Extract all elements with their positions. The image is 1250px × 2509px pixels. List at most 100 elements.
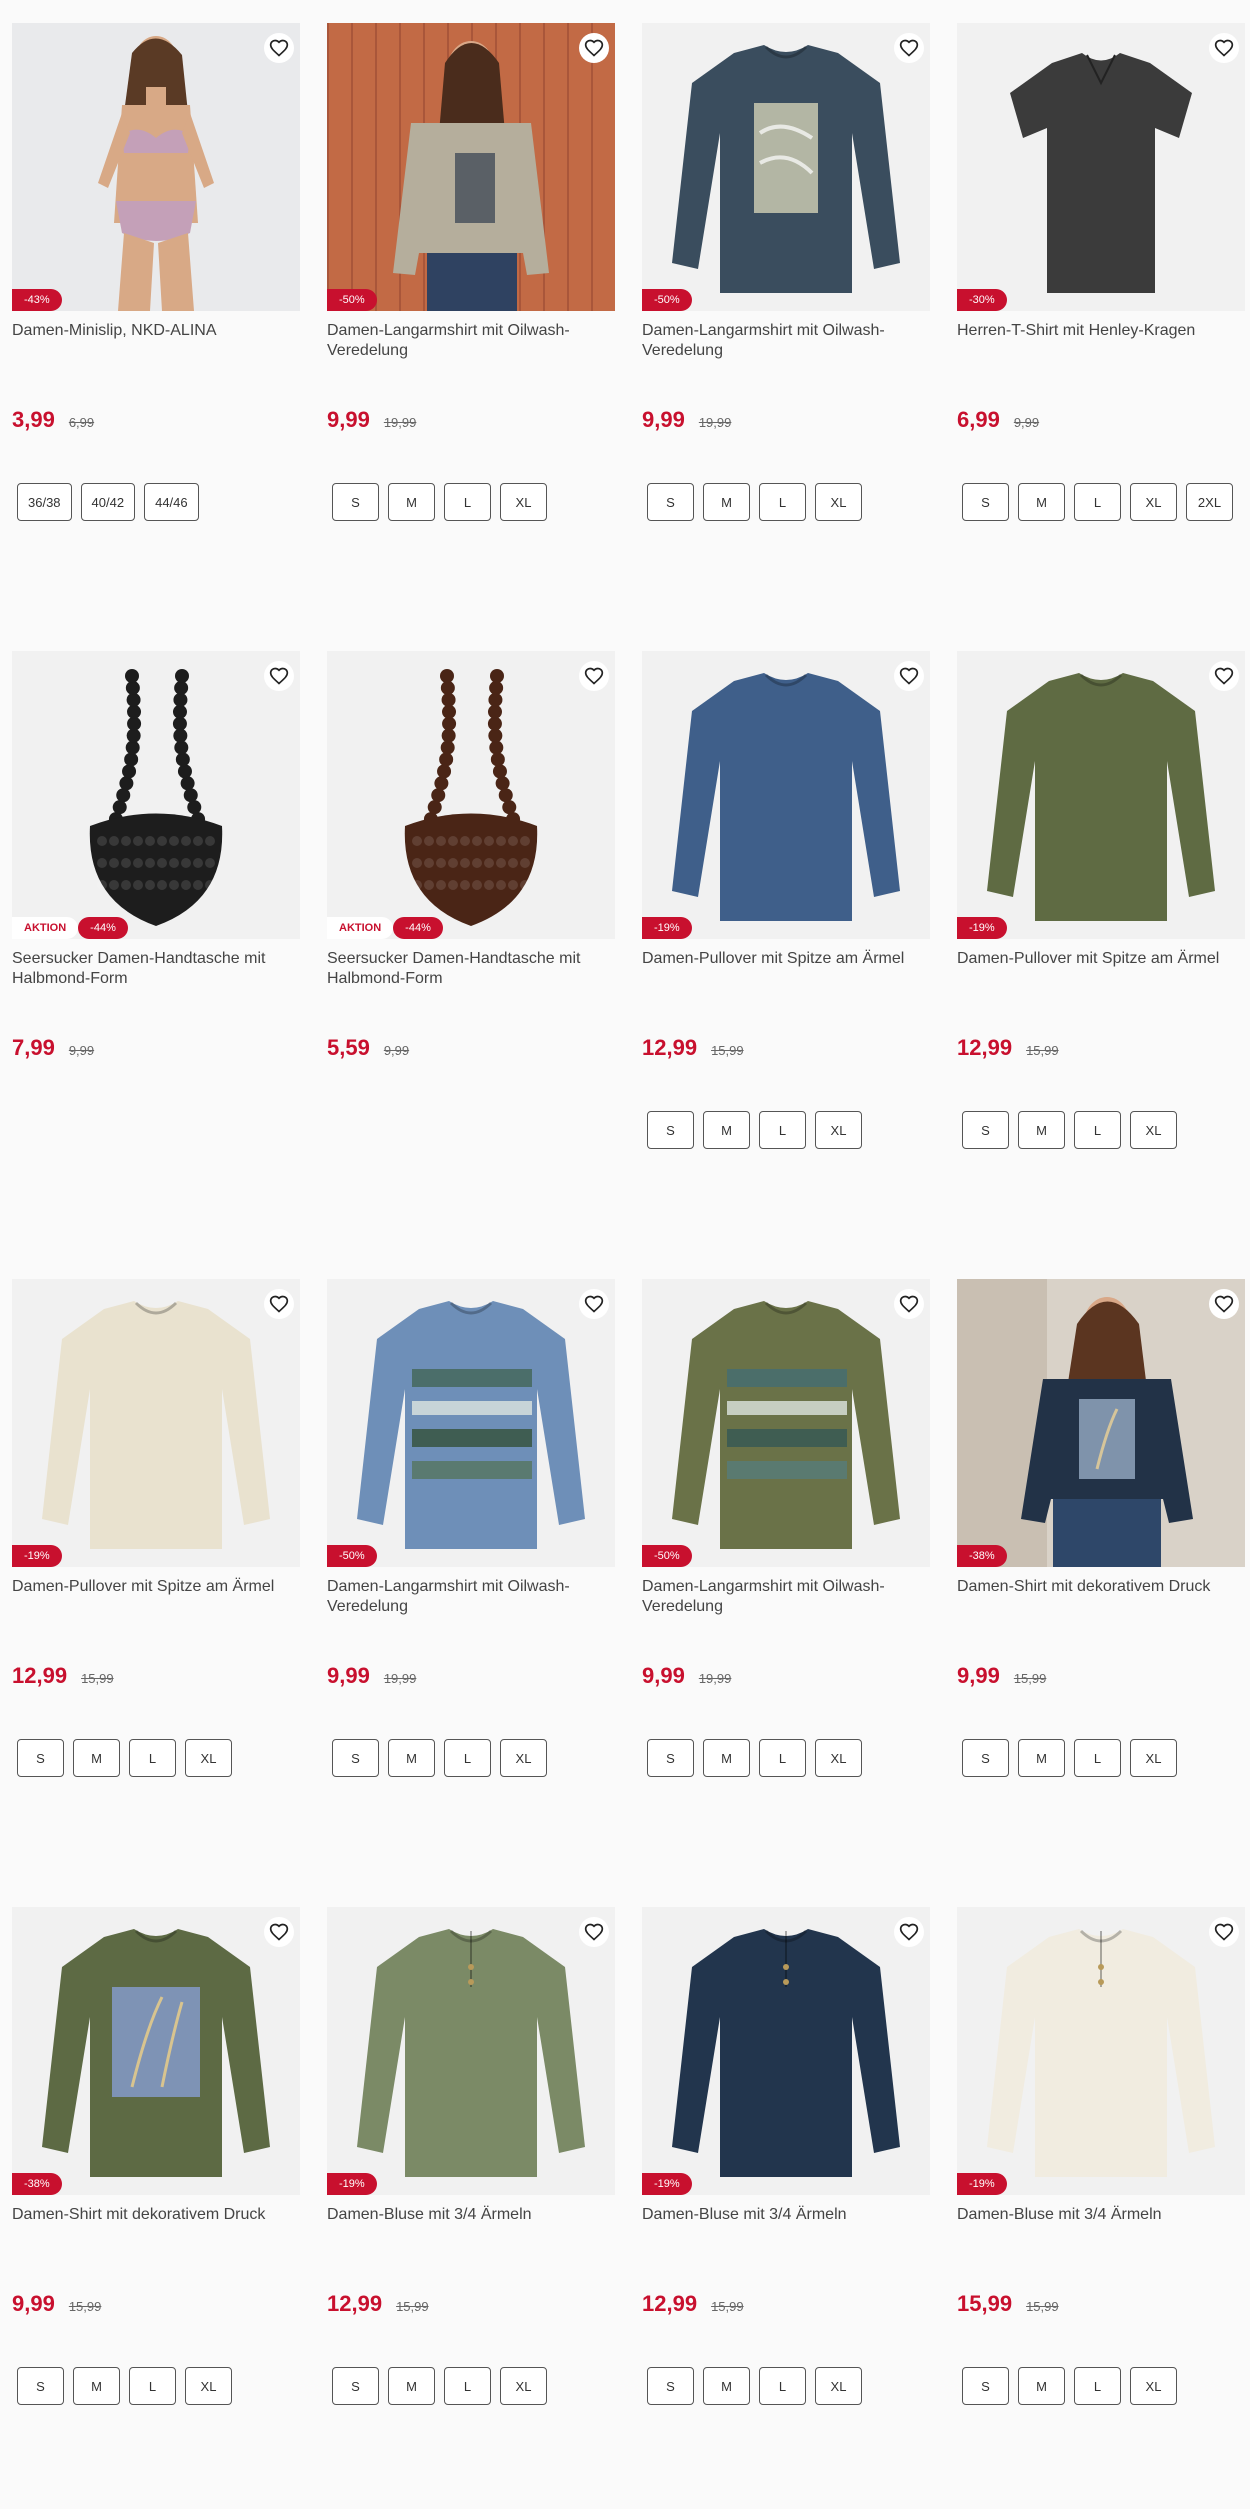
product-card[interactable]: -50% Damen-Langarmshirt mit Oilwash-Vere…	[642, 1279, 930, 1879]
product-image[interactable]: -50%	[642, 23, 930, 311]
size-option-button[interactable]: XL	[1130, 1111, 1177, 1149]
size-option-button[interactable]: L	[1074, 2367, 1121, 2405]
product-title[interactable]: Damen-Bluse mit 3/4 Ärmeln	[957, 2205, 1245, 2225]
size-option-button[interactable]: M	[388, 2367, 435, 2405]
size-option-button[interactable]: L	[444, 1739, 491, 1777]
product-title[interactable]: Damen-Bluse mit 3/4 Ärmeln	[642, 2205, 930, 2225]
size-option-button[interactable]: XL	[815, 2367, 862, 2405]
wishlist-heart-icon[interactable]	[1209, 1289, 1239, 1319]
size-option-button[interactable]: S	[962, 1739, 1009, 1777]
product-card[interactable]: -19% Damen-Pullover mit Spitze am Ärmel …	[957, 651, 1245, 1251]
wishlist-heart-icon[interactable]	[579, 1289, 609, 1319]
size-option-button[interactable]: L	[1074, 483, 1121, 521]
size-option-button[interactable]: M	[73, 1739, 120, 1777]
size-option-button[interactable]: L	[444, 483, 491, 521]
wishlist-heart-icon[interactable]	[1209, 661, 1239, 691]
product-title[interactable]: Damen-Pullover mit Spitze am Ärmel	[642, 949, 930, 969]
product-image[interactable]: -19%	[642, 651, 930, 939]
size-option-button[interactable]: L	[129, 2367, 176, 2405]
size-option-button[interactable]: 36/38	[17, 483, 72, 521]
size-option-button[interactable]: L	[759, 1111, 806, 1149]
product-image[interactable]: -19%	[327, 1907, 615, 2195]
size-option-button[interactable]: XL	[1130, 2367, 1177, 2405]
size-option-button[interactable]: L	[759, 483, 806, 521]
product-title[interactable]: Damen-Shirt mit dekorativem Druck	[957, 1577, 1245, 1597]
product-image[interactable]: -50%	[327, 23, 615, 311]
product-card[interactable]: -19% Damen-Bluse mit 3/4 Ärmeln 12,99 15…	[642, 1907, 930, 2507]
wishlist-heart-icon[interactable]	[894, 1289, 924, 1319]
wishlist-heart-icon[interactable]	[264, 661, 294, 691]
product-card[interactable]: -38% Damen-Shirt mit dekorativem Druck 9…	[957, 1279, 1245, 1879]
product-card[interactable]: -50% Damen-Langarmshirt mit Oilwash-Vere…	[642, 23, 930, 623]
product-title[interactable]: Herren-T-Shirt mit Henley-Kragen	[957, 321, 1245, 341]
size-option-button[interactable]: M	[1018, 1739, 1065, 1777]
product-title[interactable]: Damen-Pullover mit Spitze am Ärmel	[957, 949, 1245, 969]
product-card[interactable]: -38% Damen-Shirt mit dekorativem Druck 9…	[12, 1907, 300, 2507]
size-option-button[interactable]: S	[17, 2367, 64, 2405]
size-option-button[interactable]: M	[388, 1739, 435, 1777]
product-card[interactable]: -19% Damen-Pullover mit Spitze am Ärmel …	[642, 651, 930, 1251]
size-option-button[interactable]: S	[17, 1739, 64, 1777]
product-title[interactable]: Damen-Langarmshirt mit Oilwash-Veredelun…	[642, 1577, 930, 1617]
product-image[interactable]: -38%	[957, 1279, 1245, 1567]
product-image[interactable]: -19%	[957, 1907, 1245, 2195]
size-option-button[interactable]: XL	[500, 2367, 547, 2405]
product-image[interactable]: -19%	[642, 1907, 930, 2195]
size-option-button[interactable]: M	[703, 483, 750, 521]
product-card[interactable]: AKTION -44% Seersucker Damen-Handtasche …	[12, 651, 300, 1251]
size-option-button[interactable]: S	[962, 1111, 1009, 1149]
product-image[interactable]: AKTION -44%	[12, 651, 300, 939]
product-card[interactable]: -19% Damen-Bluse mit 3/4 Ärmeln 12,99 15…	[327, 1907, 615, 2507]
product-title[interactable]: Seersucker Damen-Handtasche mit Halbmond…	[12, 949, 300, 989]
product-card[interactable]: -30% Herren-T-Shirt mit Henley-Kragen 6,…	[957, 23, 1245, 623]
product-card[interactable]: -19% Damen-Pullover mit Spitze am Ärmel …	[12, 1279, 300, 1879]
size-option-button[interactable]: L	[1074, 1111, 1121, 1149]
product-image[interactable]: -19%	[957, 651, 1245, 939]
product-image[interactable]: AKTION -44%	[327, 651, 615, 939]
wishlist-heart-icon[interactable]	[264, 33, 294, 63]
wishlist-heart-icon[interactable]	[264, 1289, 294, 1319]
product-card[interactable]: -50% Damen-Langarmshirt mit Oilwash-Vere…	[327, 23, 615, 623]
size-option-button[interactable]: L	[444, 2367, 491, 2405]
product-card[interactable]: AKTION -44% Seersucker Damen-Handtasche …	[327, 651, 615, 1251]
size-option-button[interactable]: XL	[1130, 1739, 1177, 1777]
wishlist-heart-icon[interactable]	[579, 33, 609, 63]
size-option-button[interactable]: S	[332, 483, 379, 521]
size-option-button[interactable]: S	[647, 483, 694, 521]
product-image[interactable]: -38%	[12, 1907, 300, 2195]
size-option-button[interactable]: L	[759, 1739, 806, 1777]
size-option-button[interactable]: M	[703, 1111, 750, 1149]
size-option-button[interactable]: 2XL	[1186, 483, 1233, 521]
product-title[interactable]: Damen-Shirt mit dekorativem Druck	[12, 2205, 300, 2225]
product-title[interactable]: Damen-Pullover mit Spitze am Ärmel	[12, 1577, 300, 1597]
product-card[interactable]: -43% Damen-Minislip, NKD-ALINA 3,99 6,99…	[12, 23, 300, 623]
size-option-button[interactable]: M	[703, 1739, 750, 1777]
size-option-button[interactable]: S	[647, 1739, 694, 1777]
size-option-button[interactable]: S	[647, 2367, 694, 2405]
product-image[interactable]: -43%	[12, 23, 300, 311]
wishlist-heart-icon[interactable]	[579, 1917, 609, 1947]
size-option-button[interactable]: M	[73, 2367, 120, 2405]
size-option-button[interactable]: 40/42	[80, 483, 136, 521]
wishlist-heart-icon[interactable]	[894, 1917, 924, 1947]
product-title[interactable]: Damen-Bluse mit 3/4 Ärmeln	[327, 2205, 615, 2225]
product-title[interactable]: Damen-Minislip, NKD-ALINA	[12, 321, 300, 341]
wishlist-heart-icon[interactable]	[894, 33, 924, 63]
product-image[interactable]: -19%	[12, 1279, 300, 1567]
product-card[interactable]: -19% Damen-Bluse mit 3/4 Ärmeln 15,99 15…	[957, 1907, 1245, 2507]
product-image[interactable]: -50%	[642, 1279, 930, 1567]
size-option-button[interactable]: S	[962, 2367, 1009, 2405]
size-option-button[interactable]: XL	[500, 483, 547, 521]
product-title[interactable]: Damen-Langarmshirt mit Oilwash-Veredelun…	[642, 321, 930, 361]
product-image[interactable]: -30%	[957, 23, 1245, 311]
size-option-button[interactable]: M	[1018, 1111, 1065, 1149]
product-title[interactable]: Damen-Langarmshirt mit Oilwash-Veredelun…	[327, 321, 615, 361]
size-option-button[interactable]: L	[1074, 1739, 1121, 1777]
wishlist-heart-icon[interactable]	[579, 661, 609, 691]
size-option-button[interactable]: M	[388, 483, 435, 521]
size-option-button[interactable]: XL	[815, 1739, 862, 1777]
product-image[interactable]: -50%	[327, 1279, 615, 1567]
size-option-button[interactable]: S	[332, 2367, 379, 2405]
size-option-button[interactable]: XL	[815, 1111, 862, 1149]
size-option-button[interactable]: XL	[1130, 483, 1177, 521]
